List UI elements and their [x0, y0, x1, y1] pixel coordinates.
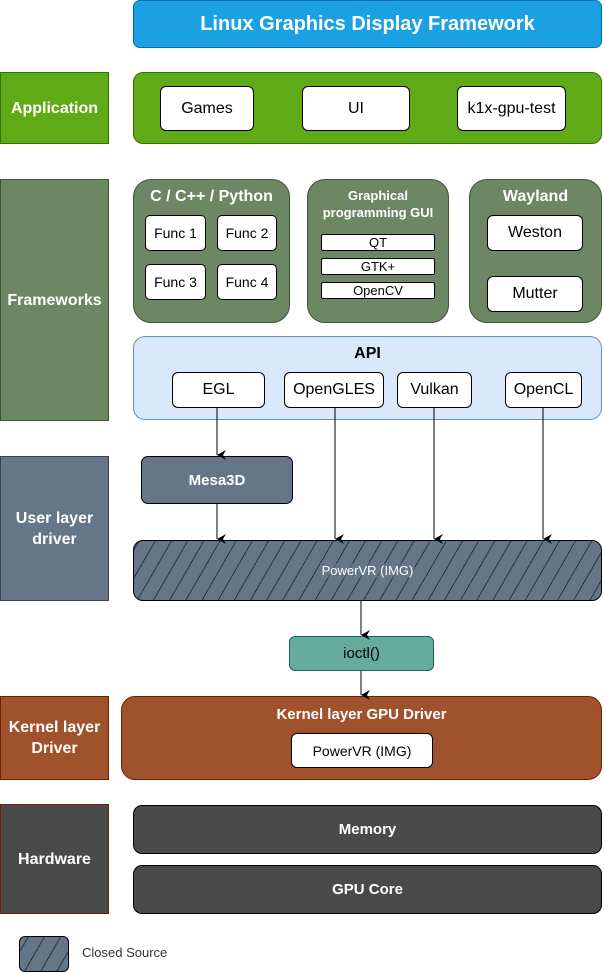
- connector-arrows: [216, 408, 552, 700]
